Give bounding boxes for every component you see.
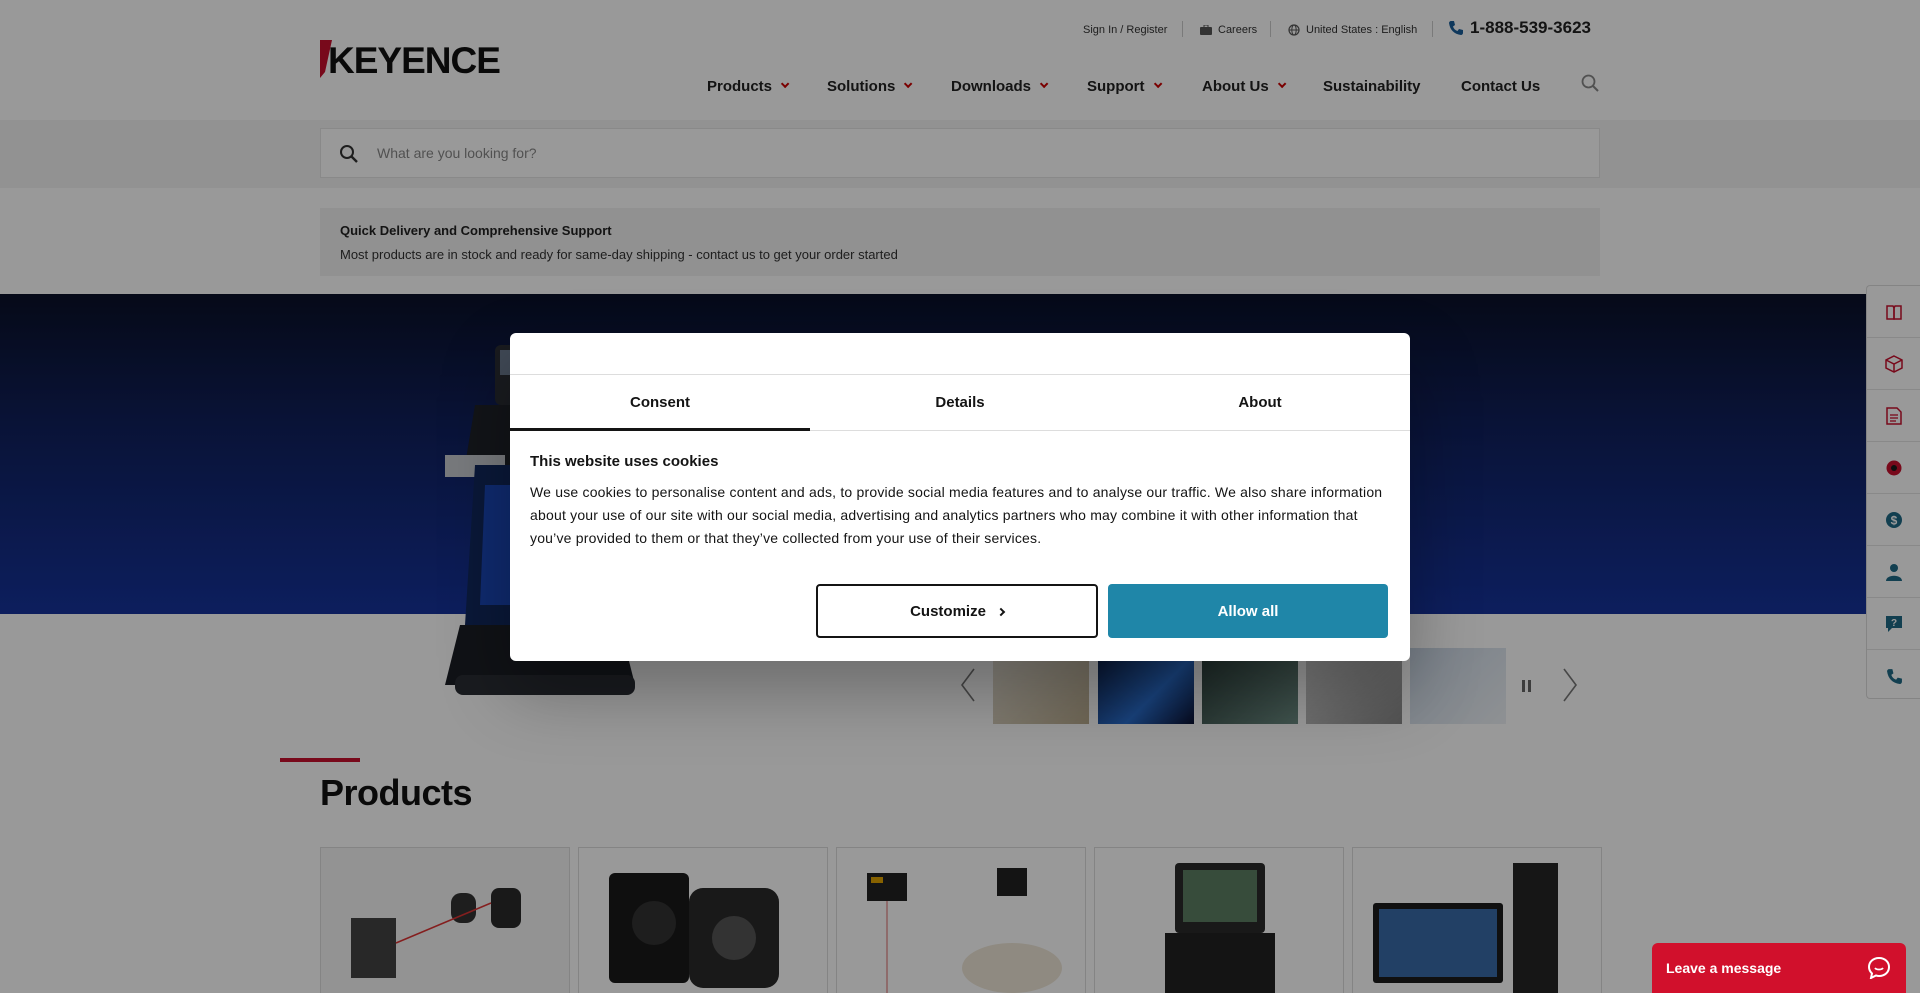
customize-button[interactable]: Customize	[816, 584, 1098, 638]
dialog-tabs: Consent Details About	[510, 375, 1410, 431]
dialog-header	[510, 333, 1410, 375]
tab-about[interactable]: About	[1110, 375, 1410, 430]
allow-all-button[interactable]: Allow all	[1108, 584, 1388, 638]
tab-consent-label: Consent	[630, 394, 690, 411]
cookie-consent-dialog: Consent Details About This website uses …	[510, 333, 1410, 661]
tab-about-label: About	[1238, 394, 1282, 411]
dialog-heading: This website uses cookies	[530, 453, 719, 470]
dialog-body: This website uses cookies We use cookies…	[510, 431, 1410, 550]
chat-widget[interactable]: Leave a message	[1652, 943, 1906, 993]
dialog-description: We use cookies to personalise content an…	[530, 484, 1383, 546]
customize-label: Customize	[910, 602, 986, 620]
tab-details[interactable]: Details	[810, 375, 1110, 430]
tab-consent[interactable]: Consent	[510, 375, 810, 431]
chat-bubble-icon	[1868, 957, 1890, 979]
chat-label: Leave a message	[1666, 960, 1782, 976]
chevron-right-icon	[996, 607, 1006, 616]
tab-details-label: Details	[935, 394, 985, 411]
